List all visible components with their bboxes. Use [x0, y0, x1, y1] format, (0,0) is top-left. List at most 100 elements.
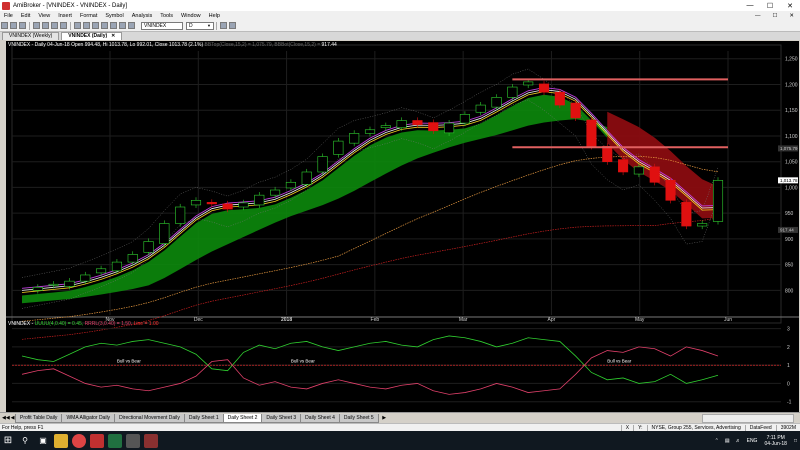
chart-pane[interactable]: 800 850 900 950 1,000 1,050 1,100 1,150 1,200 1,2…	[6, 41, 799, 412]
save-icon[interactable]	[19, 22, 26, 29]
candle-body	[507, 86, 518, 98]
sheet-tab-profit-table[interactable]: Profit Table Daily	[15, 413, 63, 423]
candle-body	[301, 171, 312, 185]
candle-body	[48, 283, 59, 286]
mdi-maximize-button[interactable]: ☐	[766, 13, 783, 19]
sheet-tab-wma-alligator[interactable]: WMA Alligator Daily	[61, 413, 116, 423]
sheet-tab-daily-1[interactable]: Daily Sheet 1	[183, 413, 224, 423]
price-chart-title: VNINDEX - Daily 04-Jun-18 Open 994.48, H…	[8, 42, 337, 48]
menu-symbol[interactable]: Symbol	[101, 13, 127, 19]
candle-body	[396, 120, 407, 129]
sheet-tab-daily-2[interactable]: Daily Sheet 2	[222, 413, 263, 423]
menu-format[interactable]: Format	[76, 13, 101, 19]
forward-icon[interactable]	[229, 22, 236, 29]
clock[interactable]: 7:11 PM 04-Jun-18	[760, 435, 791, 447]
price-x-tick-label: Apr	[548, 317, 556, 323]
mdi-close-button[interactable]: ✕	[783, 13, 800, 19]
cut-icon[interactable]	[33, 22, 40, 29]
tab-label: VNINDEX (Daily)	[68, 33, 108, 39]
candle-body	[602, 145, 613, 162]
bull-bear-annotation-3: Bull vs Bear	[607, 358, 632, 363]
menu-file[interactable]: File	[0, 13, 17, 19]
cursor-icon[interactable]	[128, 22, 135, 29]
candle-body	[712, 180, 724, 222]
app-icon[interactable]	[126, 433, 140, 448]
price-y-tick-label: 1,050	[785, 160, 798, 166]
bb-top-flag: 1,075.79	[780, 146, 798, 151]
candle-body	[80, 274, 91, 282]
close-button[interactable]: ✕	[780, 2, 800, 10]
sheet-tab-daily-4[interactable]: Daily Sheet 4	[300, 413, 340, 423]
sheet-tab-daily-3[interactable]: Daily Sheet 3	[261, 413, 302, 423]
first-sheet-icon[interactable]: ◀◀	[2, 415, 10, 421]
price-y-tick-label: 1,200	[785, 82, 798, 88]
close-icon[interactable]: ✕	[111, 33, 115, 40]
price-x-tick-label: Jun	[724, 317, 732, 323]
menu-view[interactable]: View	[34, 13, 54, 19]
menu-analysis[interactable]: Analysis	[128, 13, 156, 19]
excel-icon[interactable]	[108, 433, 122, 448]
menu-edit[interactable]: Edit	[17, 13, 34, 19]
fib-tool-icon[interactable]	[92, 22, 99, 29]
candle-body	[412, 120, 423, 125]
horizontal-scrollbar[interactable]	[702, 413, 794, 423]
candle-body	[523, 81, 534, 86]
network-icon[interactable]: ▤	[722, 438, 733, 444]
app-icon-2[interactable]	[144, 433, 158, 448]
price-y-tick-label: 950	[785, 211, 794, 217]
toolbar-separator	[70, 21, 71, 30]
windows-start-icon[interactable]: ⊞	[0, 431, 16, 450]
uuuu-value: UUUU(4,0.40) = 0.45,	[34, 321, 85, 327]
tray-up-icon[interactable]: ⌃	[712, 438, 722, 444]
paste-icon[interactable]	[51, 22, 58, 29]
menu-window[interactable]: Window	[177, 13, 205, 19]
mdi-minimize-button[interactable]: —	[749, 13, 767, 19]
menu-tools[interactable]: Tools	[156, 13, 177, 19]
next-sheet-icon[interactable]: ▶	[381, 415, 388, 421]
sheet-tab-daily-5[interactable]: Daily Sheet 5	[338, 413, 379, 423]
chart-canvas[interactable]: 800 850 900 950 1,000 1,050 1,100 1,150 1,200 1,2…	[6, 41, 799, 412]
price-y-tick-label: 800	[785, 288, 794, 294]
price-x-tick-label: May	[635, 317, 645, 323]
toolbar: D ▼	[0, 20, 800, 32]
task-view-icon[interactable]: ▣	[36, 434, 50, 448]
candle-body	[159, 223, 170, 244]
line-value: Line = 1.00	[133, 321, 159, 327]
menu-help[interactable]: Help	[205, 13, 224, 19]
volume-icon[interactable]: ♬	[733, 438, 744, 444]
search-icon[interactable]: ⚲	[18, 434, 32, 448]
chrome-icon[interactable]	[72, 433, 86, 448]
sheet-tab-directional-movement[interactable]: Directional Movement Daily	[114, 413, 185, 423]
minimize-button[interactable]: —	[740, 2, 760, 10]
file-explorer-icon[interactable]	[54, 433, 68, 448]
last-price-flag: 1,013.78	[780, 178, 798, 183]
menu-insert[interactable]: Insert	[54, 13, 76, 19]
toolbar-separator	[29, 21, 30, 30]
language-indicator[interactable]: ENG	[744, 438, 761, 444]
open-icon[interactable]	[10, 22, 17, 29]
price-y-tick-label: 850	[785, 263, 794, 269]
zoom-out-icon[interactable]	[119, 22, 126, 29]
notification-icon[interactable]: □	[791, 438, 800, 444]
line-tool-icon[interactable]	[74, 22, 81, 29]
price-y-tick-label: 1,100	[785, 134, 798, 140]
candle-body	[64, 280, 75, 287]
text-tool-icon[interactable]	[101, 22, 108, 29]
new-icon[interactable]	[1, 22, 8, 29]
copy-icon[interactable]	[42, 22, 49, 29]
back-icon[interactable]	[220, 22, 227, 29]
symbol-input[interactable]	[141, 21, 183, 30]
rrrl-value: RRRL(3,0.40) = 1.50,	[84, 321, 134, 327]
bb-title-text: BBTop(Close,15,2) = 1,075.79, BBBot(Clos…	[203, 42, 321, 48]
print-icon[interactable]	[60, 22, 67, 29]
trend-tool-icon[interactable]	[83, 22, 90, 29]
interval-select[interactable]: D ▼	[186, 21, 214, 30]
zoom-in-icon[interactable]	[110, 22, 117, 29]
candle-body	[238, 202, 249, 208]
candle-body	[175, 206, 186, 224]
candle-body	[649, 166, 660, 183]
amibroker-taskbar-icon[interactable]	[90, 433, 104, 448]
tab-vnindex-daily[interactable]: VNINDEX (Daily) ✕	[61, 32, 123, 40]
tab-vnindex-weekly[interactable]: VNINDEX (Weekly)	[2, 32, 60, 40]
maximize-button[interactable]: ☐	[760, 2, 780, 10]
